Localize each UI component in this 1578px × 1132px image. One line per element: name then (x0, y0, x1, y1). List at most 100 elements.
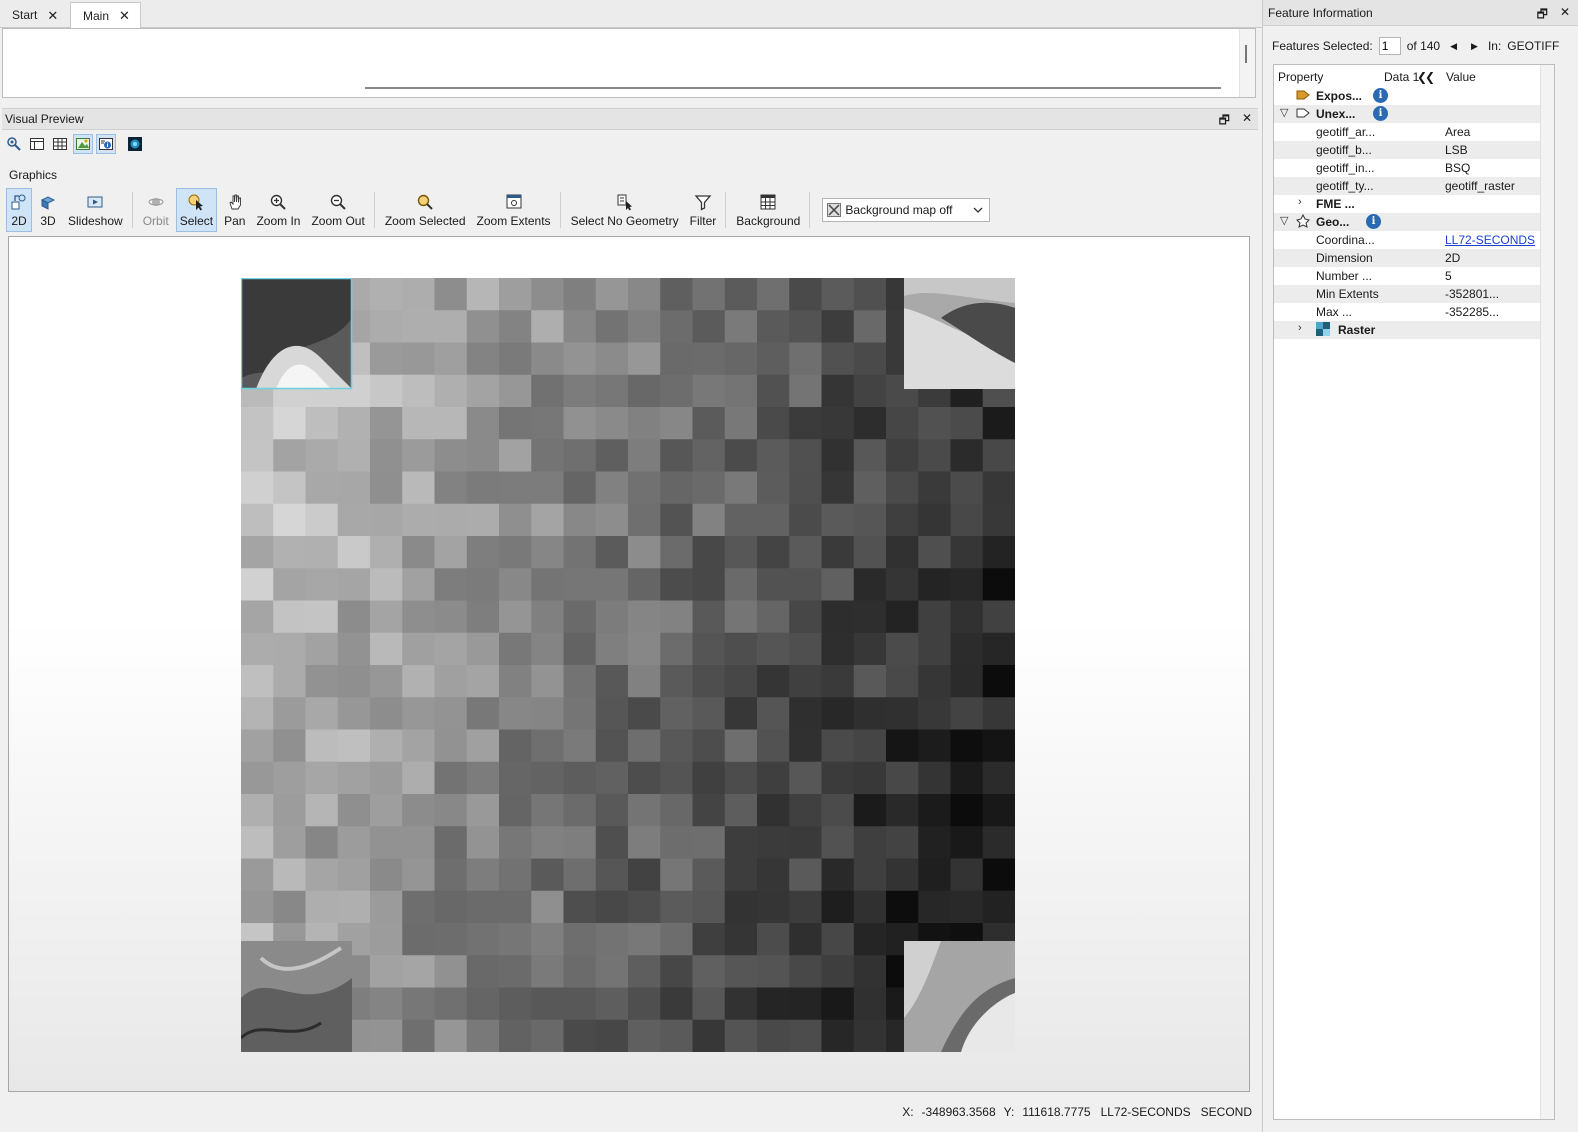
feature-info-view-icon[interactable] (96, 134, 116, 154)
attribute-row[interactable]: geotiff_b... LSB (1274, 141, 1554, 159)
slideshow-button[interactable]: Slideshow (64, 188, 127, 232)
raster-mosaic[interactable] (241, 278, 1015, 1052)
column-property[interactable]: Property (1278, 70, 1323, 84)
raster-tile (757, 761, 790, 795)
raster-thumbnail-bottom-right[interactable] (904, 941, 1015, 1052)
collapse-columns-icon[interactable]: ❮❮ (1417, 70, 1435, 84)
attribute-row[interactable]: geotiff_ar... Area (1274, 123, 1554, 141)
zoom-in-button[interactable]: Zoom In (252, 188, 304, 232)
table-view-icon[interactable] (50, 134, 70, 154)
raster-tile (595, 310, 629, 344)
vertical-scrollbar[interactable] (1239, 29, 1255, 97)
chevron-down-icon[interactable]: ▽ (1280, 106, 1288, 119)
next-feature-icon[interactable]: ▶ (1467, 41, 1482, 52)
raster-tile (434, 503, 468, 537)
raster-tile (692, 632, 726, 666)
graphics-view-icon[interactable] (73, 134, 93, 154)
raster-tile (724, 955, 758, 989)
globe-view-icon[interactable] (125, 134, 145, 154)
feature-property-table[interactable]: Property Data 1 ❮❮ Value Expos... i ▽ Un… (1273, 64, 1555, 1120)
group-row-geometry[interactable]: ▽ Geo... i (1274, 213, 1554, 231)
vertical-scrollbar[interactable] (1540, 65, 1554, 1119)
attribute-row[interactable]: Max ... -352285... (1274, 303, 1554, 321)
close-icon[interactable]: ✕ (119, 9, 130, 22)
horizontal-scrollbar[interactable] (365, 87, 1221, 89)
raster-tile (757, 278, 790, 311)
zoom-selected-button[interactable]: Zoom Selected (381, 188, 470, 232)
raster-tile (499, 503, 532, 537)
graphics-canvas[interactable] (8, 236, 1250, 1092)
raster-tile (241, 568, 274, 602)
group-row-fme[interactable]: › FME ... (1274, 195, 1554, 213)
mode-2d-button[interactable]: 2D (6, 188, 32, 232)
mode-3d-button[interactable]: 3D (35, 188, 61, 232)
tab-main[interactable]: Main ✕ (70, 2, 141, 28)
raster-tile (692, 407, 726, 440)
info-icon[interactable]: i (1366, 214, 1381, 229)
pan-button[interactable]: Pan (220, 188, 249, 232)
background-button[interactable]: Background (732, 188, 804, 232)
orbit-button[interactable]: Orbit (139, 188, 173, 232)
zoom-out-button[interactable]: Zoom Out (307, 188, 368, 232)
attribute-row[interactable]: geotiff_in... BSQ (1274, 159, 1554, 177)
chevron-right-icon[interactable]: › (1298, 196, 1302, 208)
raster-tile (757, 536, 790, 569)
group-row-exposed[interactable]: Expos... i (1274, 87, 1554, 105)
close-icon[interactable]: ✕ (1560, 5, 1570, 26)
attribute-row[interactable]: Dimension 2D (1274, 249, 1554, 267)
attribute-row[interactable]: Number ... 5 (1274, 267, 1554, 285)
group-row-unexposed[interactable]: ▽ Unex... i (1274, 105, 1554, 123)
float-window-icon[interactable]: 🗗 (1537, 5, 1548, 26)
raster-tile (531, 278, 565, 311)
inspector-settings-icon[interactable] (4, 134, 24, 154)
raster-tile (241, 858, 274, 892)
attribute-row[interactable]: geotiff_ty... geotiff_raster (1274, 177, 1554, 195)
log-output-area[interactable] (2, 28, 1256, 98)
raster-tile (950, 503, 984, 537)
raster-tile (692, 890, 726, 924)
raster-tile (628, 761, 661, 795)
map-off-icon (827, 203, 842, 217)
raster-tile (337, 632, 371, 666)
column-value[interactable]: Value (1446, 70, 1476, 84)
raster-tile (692, 761, 726, 795)
features-selected-input[interactable] (1378, 37, 1401, 55)
toolbar-separator (131, 192, 133, 228)
raster-thumbnail-top-left[interactable] (241, 278, 353, 390)
raster-tile (305, 568, 339, 602)
scroll-thumb[interactable] (1245, 45, 1247, 63)
raster-tile (595, 890, 629, 924)
close-icon[interactable]: ✕ (1242, 111, 1252, 132)
zoom-extents-button[interactable]: Zoom Extents (473, 188, 555, 232)
previous-feature-icon[interactable]: ◀ (1446, 41, 1461, 52)
background-map-dropdown[interactable]: Background map off (822, 198, 991, 222)
raster-tile (370, 471, 403, 505)
raster-tile (305, 890, 339, 924)
select-no-geometry-button[interactable]: Select No Geometry (567, 188, 683, 232)
info-icon[interactable]: i (1373, 88, 1388, 103)
raster-tile (660, 697, 694, 731)
float-window-icon[interactable]: 🗗 (1219, 111, 1230, 132)
coordinate-system-link[interactable]: LL72-SECONDS (1445, 233, 1535, 247)
filter-button[interactable]: Filter (686, 188, 721, 232)
raster-tile (434, 665, 468, 698)
attribute-row[interactable]: Coordina... LL72-SECONDS (1274, 231, 1554, 249)
layout-panel-icon[interactable] (27, 134, 47, 154)
tab-start[interactable]: Start ✕ (0, 2, 68, 28)
raster-thumbnail-top-right[interactable] (904, 278, 1015, 389)
column-data[interactable]: Data 1 (1384, 70, 1419, 84)
raster-tile (337, 697, 371, 731)
raster-tile (531, 858, 565, 892)
chevron-down-icon[interactable]: ▽ (1280, 214, 1288, 227)
close-icon[interactable]: ✕ (47, 9, 58, 22)
raster-tile (853, 503, 887, 537)
chevron-right-icon[interactable]: › (1298, 322, 1302, 334)
info-icon[interactable]: i (1373, 106, 1388, 121)
feature-information-header: Feature Information 🗗 ✕ (1263, 0, 1578, 26)
raster-tile (821, 600, 855, 634)
group-row-raster[interactable]: › Raster (1274, 321, 1554, 339)
select-button[interactable]: Select (175, 188, 218, 232)
attribute-row[interactable]: Min Extents -352801... (1274, 285, 1554, 303)
raster-tile (402, 729, 436, 763)
raster-thumbnail-bottom-left[interactable] (241, 941, 352, 1052)
